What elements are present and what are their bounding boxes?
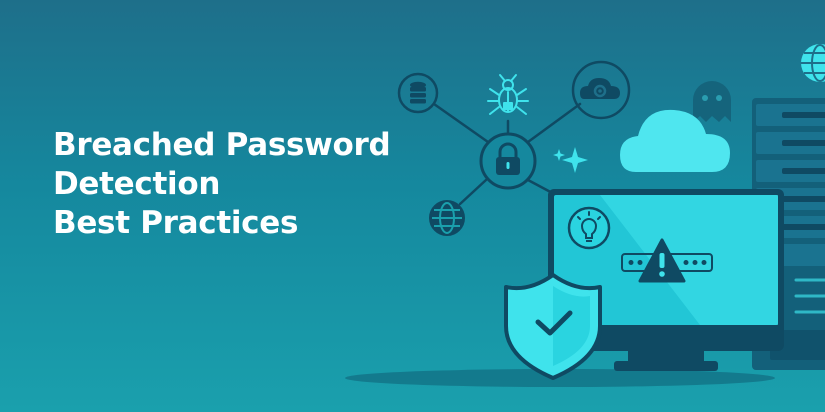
lightbulb-icon: [567, 206, 611, 250]
cloud-settings-icon: [571, 60, 631, 120]
ghost-icon: [693, 81, 731, 122]
hero-banner: Breached Password Detection Best Practic…: [0, 0, 825, 412]
globe-icon: [801, 44, 825, 82]
database-icon: [397, 72, 439, 114]
security-illustration: [345, 44, 825, 387]
sparkle-icon: [553, 147, 588, 173]
globe-icon: [429, 200, 465, 236]
lock-icon: [479, 132, 537, 190]
bug-icon: [487, 74, 529, 115]
cloud-icon: [620, 109, 730, 172]
shield-check-icon: [504, 273, 602, 380]
